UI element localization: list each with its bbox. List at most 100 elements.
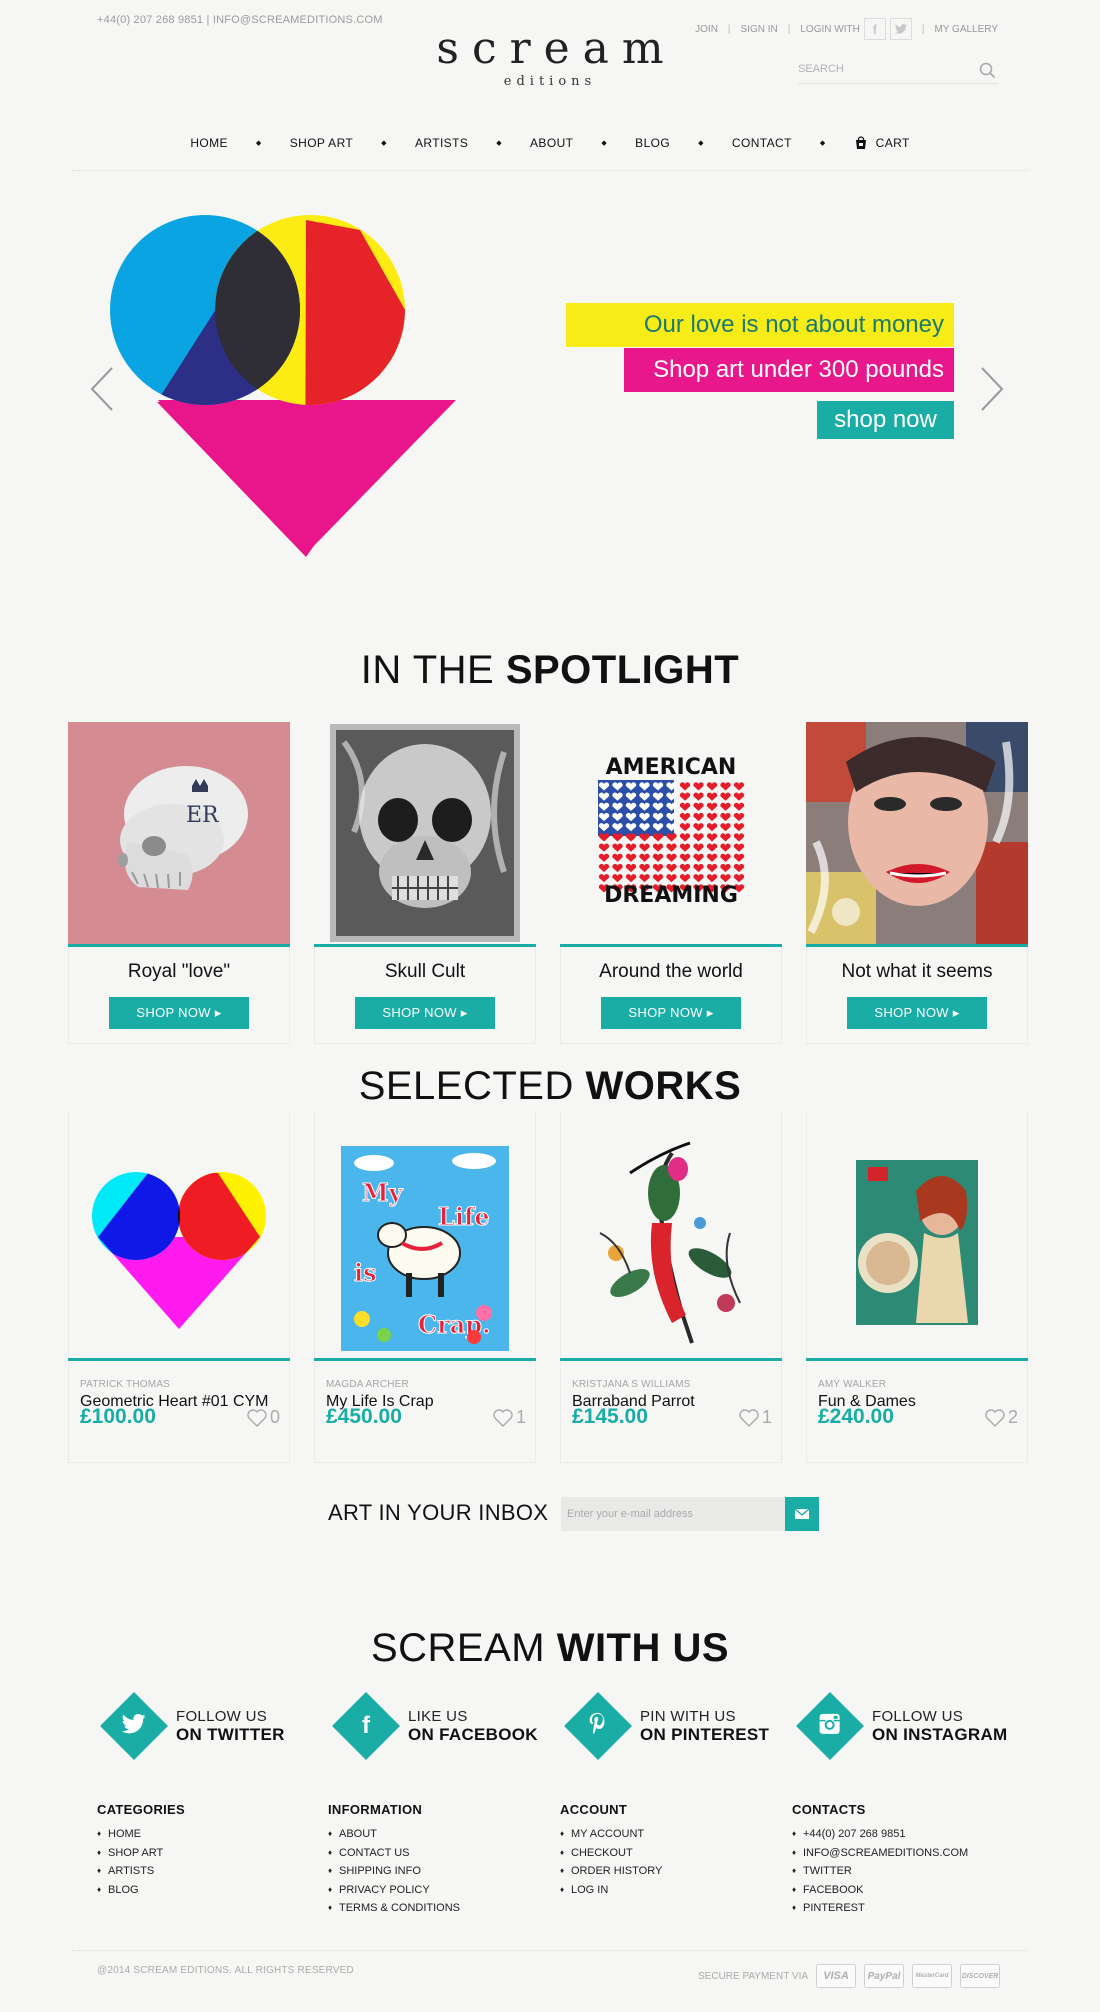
work-price: £240.00 (818, 1405, 894, 1428)
work-image[interactable] (560, 1113, 782, 1358)
spotlight-image[interactable] (806, 722, 1028, 944)
card-accent-line (68, 944, 290, 947)
footer-link[interactable]: SHIPPING INFO (328, 1862, 460, 1881)
work-price: £450.00 (326, 1405, 402, 1428)
flag-heart (679, 853, 691, 862)
footer-link[interactable]: ARTISTS (97, 1862, 185, 1881)
nav-home[interactable]: HOME (190, 136, 228, 150)
social-line1: PIN WITH US (640, 1707, 736, 1725)
footer-link[interactable]: BLOG (97, 1881, 185, 1900)
flag-heart (679, 782, 691, 791)
nav-about[interactable]: ABOUT (530, 136, 573, 150)
like-button[interactable]: 2 (985, 1407, 1018, 1428)
social-facebook[interactable]: f LIKE US ON FACEBOOK (328, 1692, 538, 1760)
nav-separator: ◆ (381, 140, 387, 147)
work-artist[interactable]: KRISTJANA S WILLIAMS (572, 1379, 782, 1390)
hero-prev-arrow[interactable] (88, 366, 116, 417)
flag-heart (720, 802, 731, 811)
like-button[interactable]: 0 (247, 1407, 280, 1428)
work-image[interactable]: My Life is Crap. (314, 1113, 536, 1358)
footer-link[interactable]: ABOUT (328, 1825, 460, 1844)
search-icon[interactable] (979, 62, 996, 84)
footer-link[interactable]: ORDER HISTORY (560, 1862, 662, 1881)
social-pinterest[interactable]: PIN WITH US ON PINTEREST (560, 1692, 769, 1760)
social-line1: FOLLOW US (176, 1707, 268, 1725)
nav-blog[interactable]: BLOG (635, 136, 670, 150)
shop-now-button[interactable]: SHOP NOW ▸ (601, 997, 741, 1029)
shop-now-button[interactable]: SHOP NOW ▸ (847, 997, 987, 1029)
works-heading-bold: WORKS (585, 1064, 742, 1108)
footer-link[interactable]: CHECKOUT (560, 1844, 662, 1863)
social-text: PIN WITH US ON PINTEREST (640, 1708, 769, 1745)
spotlight-title[interactable]: Royal "love" (68, 961, 290, 983)
spotlight-title[interactable]: Not what it seems (806, 961, 1028, 983)
art-text-2: Life (438, 1202, 490, 1231)
nav-artists[interactable]: ARTISTS (415, 136, 468, 150)
footer-phone[interactable]: +44(0) 207 268 9851 (792, 1825, 968, 1844)
work-image[interactable] (68, 1113, 290, 1358)
like-button[interactable]: 1 (493, 1407, 526, 1428)
flag-heart (652, 853, 664, 862)
hero-heart-art (110, 210, 500, 565)
work-price: £100.00 (80, 1405, 156, 1428)
footer-link[interactable]: TERMS & CONDITIONS (328, 1899, 460, 1918)
flag-heart (652, 863, 664, 873)
join-link[interactable]: JOIN (695, 24, 718, 35)
work-artist[interactable]: MAGDA ARCHER (326, 1379, 536, 1390)
shop-now-button[interactable]: SHOP NOW ▸ (109, 997, 249, 1029)
social-instagram[interactable]: FOLLOW US ON INSTAGRAM (792, 1692, 1008, 1760)
footer-facebook-link[interactable]: FACEBOOK (792, 1881, 968, 1900)
footer-link[interactable]: MY ACCOUNT (560, 1825, 662, 1844)
nav-separator: ◆ (601, 140, 608, 147)
flag-heart (612, 874, 623, 883)
flag-heart (679, 823, 691, 832)
spotlight-title[interactable]: Skull Cult (314, 961, 536, 983)
social-twitter[interactable]: FOLLOW US ON TWITTER (96, 1692, 285, 1760)
flag-heart (706, 782, 718, 791)
work-artist[interactable]: AMY WALKER (818, 1379, 1028, 1390)
heart-icon (739, 1408, 759, 1427)
facebook-login-icon[interactable]: f (863, 18, 886, 40)
sign-in-link[interactable]: SIGN IN (741, 24, 778, 35)
spotlight-title[interactable]: Around the world (560, 961, 782, 983)
flag-heart (679, 812, 691, 822)
flag-heart (720, 823, 731, 832)
footer-link[interactable]: HOME (97, 1825, 185, 1844)
like-count: 1 (761, 1407, 772, 1427)
nav-contact[interactable]: CONTACT (732, 136, 792, 150)
footer-link[interactable]: SHOP ART (97, 1844, 185, 1863)
nav-shop-art[interactable]: SHOP ART (290, 136, 353, 150)
footer-pinterest-link[interactable]: PINTEREST (792, 1899, 968, 1918)
work-card: AMY WALKER Fun & Dames £240.00 2 (806, 1113, 1028, 1463)
site-logo[interactable]: scream editions (420, 26, 680, 90)
flag-heart (706, 874, 718, 883)
like-button[interactable]: 1 (739, 1407, 772, 1428)
shop-now-button[interactable]: SHOP NOW ▸ (355, 997, 495, 1029)
flag-heart (720, 812, 731, 822)
footer-link[interactable]: PRIVACY POLICY (328, 1881, 460, 1900)
flag-heart (598, 874, 610, 883)
facebook-diamond: f (332, 1692, 400, 1760)
work-artist[interactable]: PATRICK THOMAS (80, 1379, 290, 1390)
footer-link[interactable]: LOG IN (560, 1881, 662, 1900)
payment-methods: SECURE PAYMENT VIA VISA PayPal MasterCar… (698, 1964, 1001, 1988)
newsletter-submit-button[interactable] (785, 1497, 819, 1531)
search-input[interactable] (798, 58, 968, 75)
separator: | (727, 23, 731, 35)
newsletter-email-input[interactable] (561, 1497, 785, 1531)
work-image[interactable] (806, 1113, 1028, 1358)
footer-twitter-link[interactable]: TWITTER (792, 1862, 968, 1881)
card-accent-line (806, 944, 1028, 947)
hero-next-arrow[interactable] (978, 366, 1006, 417)
spotlight-image[interactable]: AMERICAN DREAMING (560, 722, 782, 944)
footer-link[interactable]: CONTACT US (328, 1844, 460, 1863)
spotlight-image[interactable]: ER (68, 722, 290, 944)
card-accent-line (314, 1358, 536, 1361)
flag-heart (706, 833, 718, 842)
twitter-login-icon[interactable] (889, 18, 912, 40)
spotlight-image[interactable] (314, 722, 536, 944)
my-gallery-link[interactable]: MY GALLERY (934, 24, 998, 35)
footer-email[interactable]: INFO@SCREAMEDITIONS.COM (792, 1844, 968, 1863)
nav-cart[interactable]: CART (854, 136, 910, 150)
hero-shop-now-button[interactable]: shop now (817, 401, 954, 439)
